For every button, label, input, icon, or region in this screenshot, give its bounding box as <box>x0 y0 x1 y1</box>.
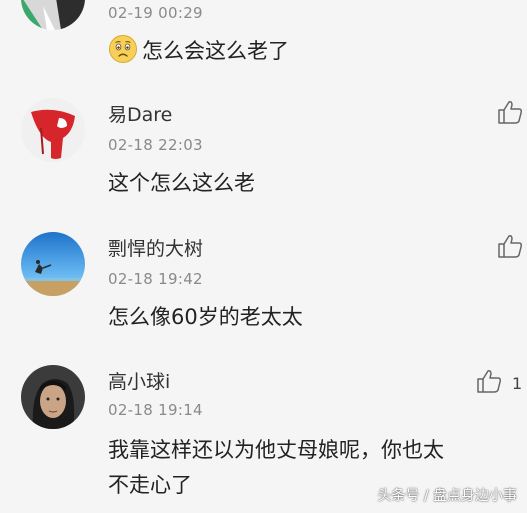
avatar[interactable] <box>21 365 85 429</box>
crying-face-emoji-icon <box>108 34 138 64</box>
thumbs-up-icon <box>476 368 502 398</box>
comment-item: 剽悍的大树 02-18 19:42 怎么像60岁的老太太 <box>0 214 527 348</box>
comment-item: 02-19 00:29 怎么会这么老了 <box>0 0 527 81</box>
comment-text: 这个怎么这么老 <box>108 171 255 195</box>
comment-username[interactable]: 易Dare <box>108 100 172 127</box>
avatar[interactable] <box>21 0 85 30</box>
like-button[interactable]: 1 <box>476 368 522 398</box>
like-button[interactable] <box>497 99 523 129</box>
thumbs-up-icon <box>497 233 523 263</box>
comment-text-line: 不走心了 <box>108 473 192 497</box>
like-count: 1 <box>512 373 523 393</box>
avatar[interactable] <box>21 232 85 296</box>
comment-timestamp: 02-19 00:29 <box>108 4 203 22</box>
comment-item: 易Dare 02-18 22:03 这个怎么这么老 <box>0 80 527 215</box>
watermark: 头条号 / 盘点身边小事 <box>377 488 517 504</box>
comment-username[interactable]: 剽悍的大树 <box>108 234 203 261</box>
comment-text: 怎么像60岁的老太太 <box>108 305 303 329</box>
thumbs-up-icon <box>497 99 523 129</box>
comment-text: 怎么会这么老了 <box>108 34 289 68</box>
comment-timestamp: 02-18 19:42 <box>108 270 203 288</box>
comment-username[interactable]: 高小球i <box>108 367 170 394</box>
avatar[interactable] <box>21 98 85 162</box>
like-button[interactable] <box>497 233 523 263</box>
comment-timestamp: 02-18 19:14 <box>108 401 203 419</box>
comment-text-line: 我靠这样还以为他丈母娘呢，你也太 <box>108 438 444 462</box>
comment-text-content: 怎么会这么老了 <box>142 39 289 63</box>
comment-timestamp: 02-18 22:03 <box>108 136 203 154</box>
